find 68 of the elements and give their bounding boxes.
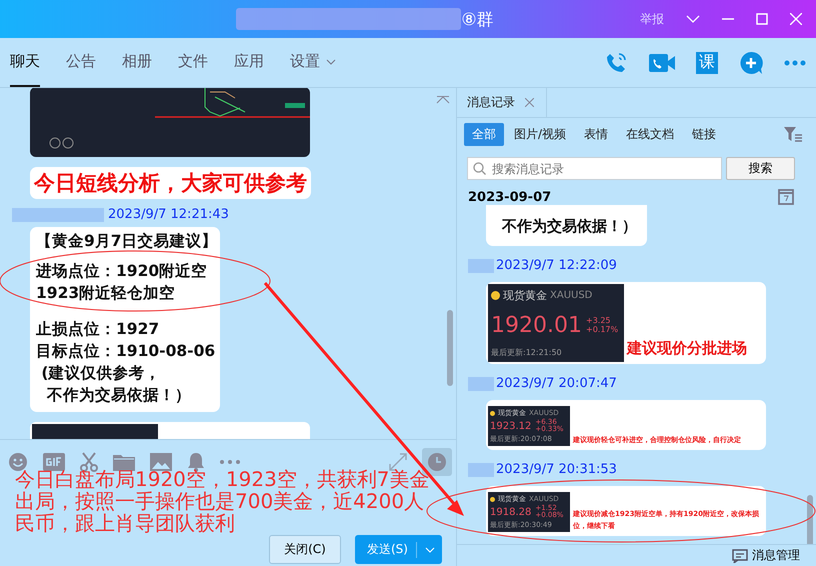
tab[interactable]: 应用 bbox=[234, 38, 264, 87]
message-time: 2023/9/7 20:31:53 bbox=[496, 462, 617, 477]
search-button[interactable]: 搜索 bbox=[726, 157, 795, 180]
maximize-icon[interactable] bbox=[756, 13, 768, 25]
caret-icon[interactable] bbox=[424, 546, 435, 552]
scrollbar[interactable] bbox=[447, 310, 453, 386]
asset-name: 现货黄金 bbox=[503, 288, 547, 303]
message-line: 进场点位：1920附近空 bbox=[36, 261, 208, 282]
chevron-down-icon[interactable] bbox=[326, 58, 336, 64]
message-line: 【黄金9月7日交易建议】 bbox=[36, 231, 214, 252]
video-call-icon[interactable] bbox=[649, 52, 675, 72]
message-line: 1923附近轻仓加空 bbox=[36, 283, 176, 304]
coin-icon bbox=[490, 410, 495, 416]
close-button[interactable]: 关闭(C) bbox=[269, 535, 341, 564]
gif-icon[interactable] bbox=[43, 453, 65, 471]
price-change: +3.25 bbox=[586, 316, 612, 325]
message-manage-button[interactable]: 消息管理 bbox=[732, 547, 800, 564]
blurred-name bbox=[468, 376, 494, 390]
filter-tab[interactable]: 链接 bbox=[684, 122, 724, 146]
annotation-text: 今日白盘布局1920空，1923空，共获利7美金出局，按照一手操作也是700美金，近4200人民币，跟上肖导团队获利 bbox=[15, 468, 431, 534]
image-icon[interactable] bbox=[150, 453, 172, 471]
tab[interactable]: 文件 bbox=[178, 38, 208, 87]
filter-icon[interactable] bbox=[784, 126, 802, 142]
scissors-icon[interactable] bbox=[80, 452, 98, 472]
calendar-icon[interactable] bbox=[778, 189, 794, 205]
headline-message: 今日短线分析，大家可供参考 bbox=[30, 167, 311, 199]
message-time: 2023/9/7 20:07:47 bbox=[496, 376, 617, 391]
message-line: 不作为交易依据！） bbox=[46, 385, 192, 406]
minimize-icon[interactable] bbox=[722, 18, 734, 20]
coin-icon bbox=[490, 496, 495, 502]
coin-icon bbox=[491, 291, 500, 300]
message-line: 目标点位：1910-08-06 bbox=[36, 341, 214, 362]
folder-icon[interactable] bbox=[113, 453, 135, 471]
filter-tab[interactable]: 全部 bbox=[464, 122, 504, 146]
expand-icon[interactable] bbox=[389, 453, 407, 471]
message-line: 止损点位：1927 bbox=[36, 319, 160, 340]
tab[interactable]: 公告 bbox=[66, 38, 96, 87]
add-icon[interactable] bbox=[739, 50, 763, 74]
tab[interactable]: 设置 bbox=[290, 38, 336, 87]
filter-tab[interactable]: 表情 bbox=[576, 122, 616, 146]
percent-change: +0.17% bbox=[586, 325, 618, 334]
phone-icon[interactable] bbox=[604, 50, 628, 74]
price-value: 1918.28 bbox=[490, 506, 532, 518]
scrollbar[interactable] bbox=[807, 495, 813, 544]
message-line: (建议仅供参考， bbox=[40, 363, 162, 384]
blurred-name bbox=[468, 462, 494, 476]
emoji-icon[interactable] bbox=[8, 452, 28, 472]
advice-text: 建议现价分批进场 bbox=[627, 339, 747, 359]
message-time: 2023/9/7 12:22:09 bbox=[496, 258, 617, 273]
price-value: 1923.12 bbox=[490, 420, 532, 432]
search-field[interactable]: 搜索消息记录 bbox=[467, 157, 722, 180]
asset-symbol: XAUUSD bbox=[550, 290, 592, 301]
message-time: 2023/9/7 12:21:43 bbox=[108, 207, 229, 222]
window-title: ⑧群 bbox=[461, 8, 494, 30]
message-line: 不作为交易依据！） bbox=[502, 217, 638, 236]
more-icon[interactable] bbox=[784, 60, 806, 66]
price-value: 1920.01 bbox=[491, 312, 582, 338]
blurred-name bbox=[468, 258, 494, 272]
more-icon[interactable] bbox=[220, 460, 240, 464]
history-date: 2023-09-07 bbox=[468, 190, 552, 204]
filter-tab[interactable]: 图片/视频 bbox=[506, 122, 574, 146]
collapse-icon[interactable] bbox=[436, 96, 450, 104]
message-icon bbox=[732, 548, 748, 562]
history-tab[interactable]: 消息记录 bbox=[457, 88, 547, 117]
close-icon[interactable] bbox=[525, 98, 534, 107]
tab[interactable]: 相册 bbox=[122, 38, 152, 87]
update-time: 最后更新:12:21:50 bbox=[491, 347, 563, 358]
filter-tab[interactable]: 在线文档 bbox=[618, 122, 682, 146]
